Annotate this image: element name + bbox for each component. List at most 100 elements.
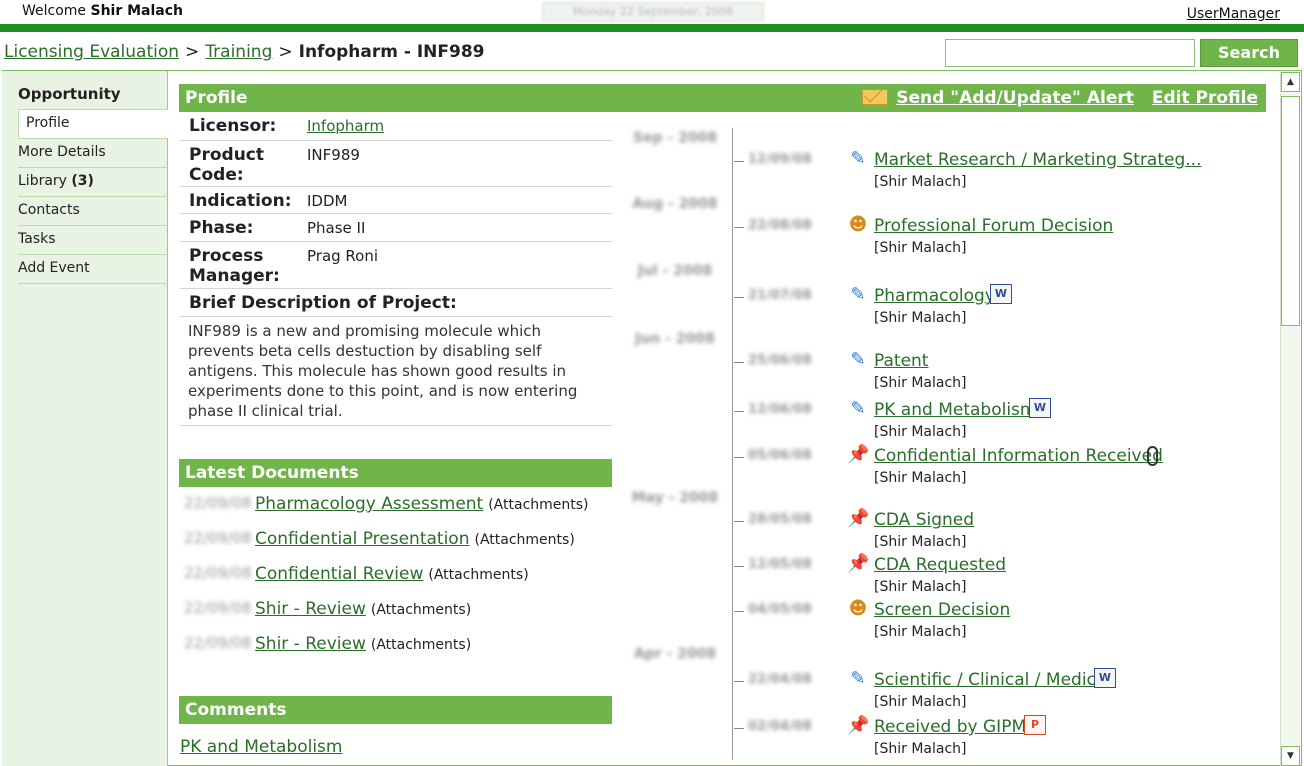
event-link[interactable]: PK and Metabolism: [874, 400, 1036, 420]
send-alert-link[interactable]: Send "Add/Update" Alert: [896, 88, 1134, 108]
timeline-tick: [734, 362, 744, 363]
event-link[interactable]: Pharmacology: [874, 286, 995, 306]
user-name: Shir Malach: [90, 3, 184, 19]
document-link[interactable]: Confidential Presentation: [255, 529, 469, 549]
event-author: [Shir Malach]: [874, 694, 967, 710]
attachments-note: (Attachments): [474, 532, 575, 548]
timeline-tick: [734, 611, 744, 612]
profile-row-indication: Indication: IDDM: [180, 187, 612, 214]
event-link[interactable]: Screen Decision: [874, 600, 1010, 620]
comment-link[interactable]: PK and Metabolism: [180, 737, 342, 757]
event-date: 21/07/08: [748, 288, 812, 303]
event-author: [Shir Malach]: [874, 240, 967, 256]
document-link[interactable]: Pharmacology Assessment: [255, 494, 483, 514]
scroll-up-button[interactable]: ▲: [1281, 72, 1300, 92]
event-date: 05/06/08: [748, 448, 812, 463]
document-date: 22/09/08: [184, 494, 252, 512]
user-manager-link[interactable]: UserManager: [1187, 6, 1280, 22]
sidebar-item-contacts[interactable]: Contacts: [18, 197, 168, 226]
field-value: Infopharm: [307, 116, 384, 136]
library-count: (3): [71, 173, 94, 189]
timeline-tick: [734, 521, 744, 522]
timeline-month: Aug - 2008: [632, 196, 718, 212]
event-author: [Shir Malach]: [874, 624, 967, 640]
profile-row-process-manager: Process Manager: Prag Roni: [180, 242, 612, 289]
timeline-event: 12/06/08 ✎ PK and Metabolism W [Shir Mal…: [734, 398, 1264, 448]
event-link[interactable]: Confidential Information Received: [874, 446, 1163, 466]
event-date: 04/05/08: [748, 602, 812, 617]
timeline-event: 02/04/08 📌 Received by GIPM P [Shir Mala…: [734, 715, 1264, 765]
field-value: Prag Roni: [307, 247, 379, 265]
event-link[interactable]: Received by GIPM: [874, 717, 1026, 737]
people-icon: ☻: [848, 214, 868, 235]
edit-profile-link[interactable]: Edit Profile: [1152, 88, 1258, 108]
event-link[interactable]: CDA Requested: [874, 555, 1006, 575]
document-link[interactable]: Shir - Review: [255, 634, 366, 654]
top-bar: Welcome Shir Malach Monday 22 September,…: [0, 0, 1304, 24]
event-date: 28/05/08: [748, 512, 812, 527]
field-label: Process Manager:: [189, 246, 280, 286]
header-divider: [0, 24, 1304, 32]
scroll-down-button[interactable]: ▼: [1281, 746, 1300, 766]
event-link[interactable]: CDA Signed: [874, 510, 974, 530]
pencil-icon: ✎: [850, 284, 866, 305]
word-doc-icon[interactable]: W: [1029, 398, 1051, 418]
profile-row-product-code: Product Code: INF989: [180, 141, 612, 187]
document-link[interactable]: Shir - Review: [255, 599, 366, 619]
pin-icon: 📌: [847, 553, 870, 574]
timeline-axis: [732, 128, 733, 760]
timeline-event: 12/05/08 📌 CDA Requested [Shir Malach]: [734, 553, 1264, 603]
event-date: 12/09/08: [748, 152, 812, 167]
timeline-event: 22/08/08 ☻ Professional Forum Decision […: [734, 214, 1264, 264]
event-date: 12/06/08: [748, 402, 812, 417]
breadcrumb-separator: >: [185, 42, 200, 62]
comments-header: Comments: [179, 696, 612, 724]
event-link[interactable]: Professional Forum Decision: [874, 216, 1113, 236]
profile-actions: Send "Add/Update" Alert Edit Profile: [862, 84, 1258, 112]
search-button[interactable]: Search: [1200, 39, 1298, 67]
timeline-tick: [734, 411, 744, 412]
document-date: 22/09/08: [184, 599, 252, 617]
pencil-icon: ✎: [850, 668, 866, 689]
word-doc-icon[interactable]: W: [1094, 668, 1116, 688]
timeline-month: Jun - 2008: [635, 331, 715, 347]
breadcrumb-licensing-evaluation[interactable]: Licensing Evaluation: [4, 42, 179, 62]
event-author: [Shir Malach]: [874, 174, 967, 190]
latest-documents-header: Latest Documents: [179, 459, 612, 487]
field-value: Phase II: [307, 219, 366, 237]
field-label: Licensor:: [189, 116, 277, 136]
paperclip-icon[interactable]: [1147, 446, 1158, 466]
timeline-month: Apr - 2008: [633, 646, 717, 662]
timeline-event: 25/06/08 ✎ Patent [Shir Malach]: [734, 349, 1264, 399]
attachments-note: (Attachments): [488, 497, 589, 513]
sidebar-item-add-event[interactable]: Add Event: [18, 255, 168, 284]
event-author: [Shir Malach]: [874, 375, 967, 391]
search-input[interactable]: [945, 39, 1195, 67]
sidebar-item-tasks[interactable]: Tasks: [18, 226, 168, 255]
sidebar-item-profile[interactable]: Profile: [18, 110, 168, 139]
word-doc-icon[interactable]: W: [990, 284, 1012, 304]
event-date: 25/06/08: [748, 353, 812, 368]
vertical-scrollbar[interactable]: ▲ ▼: [1280, 72, 1300, 766]
sidebar-item-more-details[interactable]: More Details: [18, 139, 168, 168]
event-link[interactable]: Market Research / Marketing Strateg...: [874, 150, 1201, 170]
event-date: 02/04/08: [748, 719, 812, 734]
scroll-thumb[interactable]: [1281, 96, 1300, 326]
event-date: 22/04/08: [748, 672, 812, 687]
sidebar-heading: Opportunity: [18, 81, 168, 110]
event-author: [Shir Malach]: [874, 741, 967, 757]
field-label: Product Code:: [189, 145, 264, 185]
people-icon: ☻: [848, 598, 868, 619]
sidebar-item-library[interactable]: Library (3): [18, 168, 168, 197]
timeline-event: 12/09/08 ✎ Market Research / Marketing S…: [734, 148, 1264, 198]
document-link[interactable]: Confidential Review: [255, 564, 423, 584]
ppt-doc-icon[interactable]: P: [1024, 715, 1046, 735]
event-link[interactable]: Patent: [874, 351, 928, 371]
timeline-month: Sep - 2008: [632, 130, 718, 146]
field-value: INF989: [307, 146, 360, 164]
licensor-link[interactable]: Infopharm: [307, 117, 384, 135]
profile-header: Profile Send "Add/Update" Alert Edit Prof…: [179, 84, 1266, 112]
profile-row-brief: Brief Description of Project:: [180, 289, 612, 317]
breadcrumb-training[interactable]: Training: [205, 42, 272, 62]
event-link[interactable]: Scientific / Clinical / Medical: [874, 670, 1111, 690]
